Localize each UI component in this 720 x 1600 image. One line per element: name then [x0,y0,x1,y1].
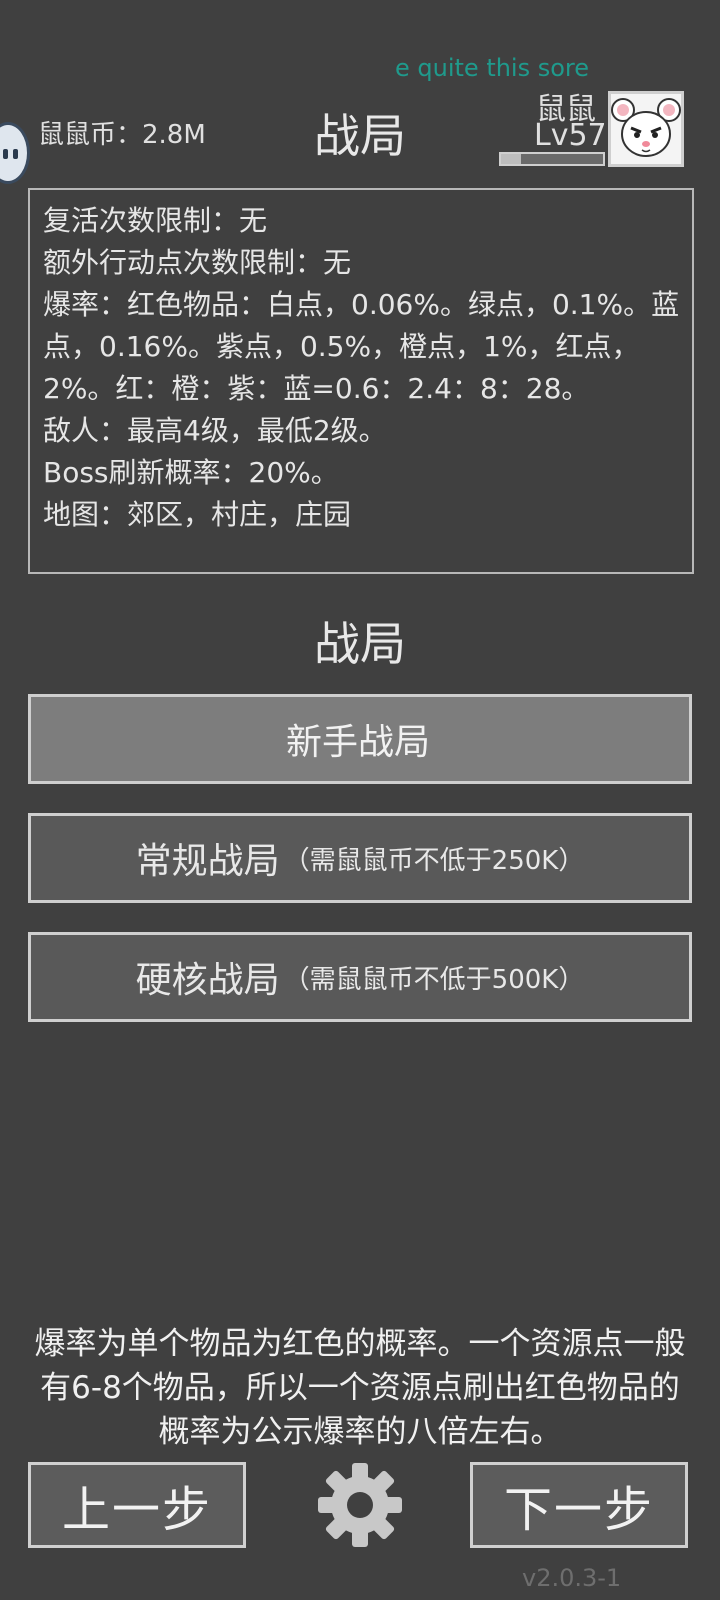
gear-icon [318,1463,402,1547]
mode-label: 硬核战局 [135,960,280,1001]
version-label: v2.0.3-1 [522,1564,622,1592]
mouse-avatar-icon [611,98,681,157]
info-line-boss: Boss刷新概率：20%。 [43,456,339,489]
info-line-maps: 地图：郊区，村庄，庄园 [43,498,352,531]
settings-button[interactable] [316,1461,404,1549]
mode-requirement: （需鼠鼠币不低于250K） [283,845,585,876]
mode-info-panel[interactable]: 复活次数限制：无 额外行动点次数限制：无 爆率：红色物品：白点，0.06%。绿点… [28,188,694,574]
next-step-button[interactable]: 下一步 [470,1462,688,1548]
mode-label: 新手战局 [285,722,430,763]
info-line-revive: 复活次数限制：无 [43,204,268,237]
hardcore-mode-button[interactable]: 硬核战局 （需鼠鼠币不低于500K） [28,932,692,1022]
xp-progress-fill [501,154,522,164]
info-line-enemies: 敌人：最高4级，最低2级。 [43,414,387,447]
info-line-action-points: 额外行动点次数限制：无 [43,246,352,279]
regular-mode-button[interactable]: 常规战局 （需鼠鼠币不低于250K） [28,813,692,903]
info-line-drop-rate: 爆率：红色物品：白点，0.06%。绿点，0.1%。蓝点，0.16%。紫点，0.5… [43,288,680,405]
novice-mode-button[interactable]: 新手战局 [28,694,692,784]
drop-rate-note: 爆率为单个物品为红色的概率。一个资源点一般有6-8个物品，所以一个资源点刷出红色… [34,1326,686,1450]
mode-label: 常规战局 [135,841,280,882]
overlay-caption: e quite this sore [395,54,590,82]
player-level: Lv57 [534,118,607,153]
previous-step-button[interactable]: 上一步 [28,1462,246,1548]
section-title: 战局 [314,617,406,671]
mode-requirement: （需鼠鼠币不低于500K） [283,964,585,995]
avatar[interactable] [608,91,684,167]
xp-progress-bar [499,152,605,166]
